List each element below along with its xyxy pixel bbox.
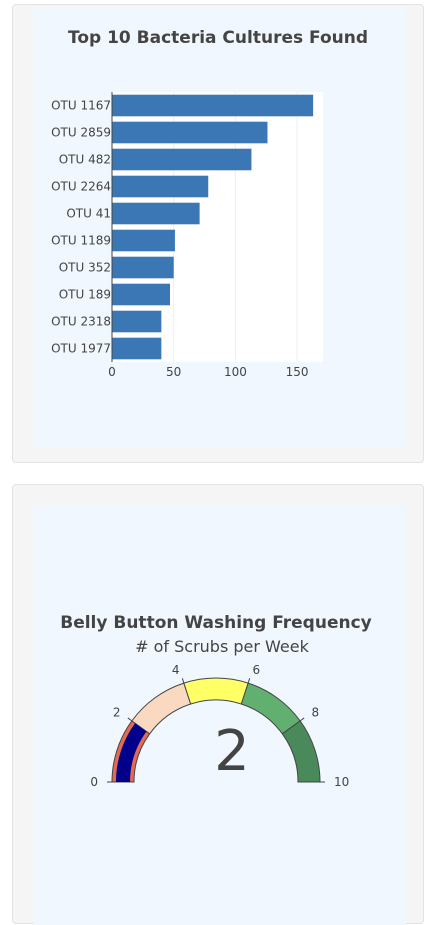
y-tick-label: OTU 2859 bbox=[51, 126, 111, 140]
y-tick-label: OTU 1167 bbox=[51, 99, 111, 113]
bar bbox=[112, 337, 162, 360]
y-tick-label: OTU 1977 bbox=[51, 342, 111, 356]
y-tick-label: OTU 482 bbox=[59, 153, 111, 167]
gauge-subtitle: # of Scrubs per Week bbox=[135, 637, 309, 656]
bar bbox=[112, 121, 268, 144]
y-tick-label: OTU 352 bbox=[59, 261, 111, 275]
y-tick-label: OTU 2318 bbox=[51, 315, 111, 329]
gauge-tick-label: 0 bbox=[90, 775, 98, 789]
bar bbox=[112, 175, 209, 198]
bar bbox=[112, 310, 162, 333]
bar bbox=[112, 256, 174, 279]
gauge-title: Belly Button Washing Frequency bbox=[60, 613, 372, 633]
gauge-tick-label: 8 bbox=[311, 706, 319, 720]
bar bbox=[112, 283, 170, 306]
bar bbox=[112, 94, 314, 117]
gauge-tick-label: 4 bbox=[172, 663, 180, 677]
y-tick-label: OTU 1189 bbox=[51, 234, 111, 248]
y-tick-label: OTU 189 bbox=[59, 288, 111, 302]
y-tick-label: OTU 2264 bbox=[51, 180, 111, 194]
gauge-tick bbox=[247, 678, 251, 684]
x-tick-label: 150 bbox=[286, 365, 309, 379]
charts-svg: Top 10 Bacteria Cultures Found0 50 100 150O… bbox=[51, 28, 372, 789]
gauge-value-number: 2 bbox=[214, 719, 250, 784]
bar bbox=[112, 202, 200, 225]
gauge-band bbox=[183, 677, 249, 705]
x-tick-label: 100 bbox=[224, 365, 247, 379]
gauge-tick-label: 10 bbox=[334, 775, 349, 789]
bar-chart-title: Top 10 Bacteria Cultures Found bbox=[68, 28, 368, 48]
y-tick-label: OTU 41 bbox=[66, 207, 111, 221]
gauge-band bbox=[240, 682, 301, 735]
gauge-tick bbox=[181, 678, 185, 684]
x-tick-label: 50 bbox=[166, 365, 181, 379]
gauge-tick bbox=[127, 717, 133, 722]
gauge-tick-label: 6 bbox=[252, 663, 260, 677]
gauge-band bbox=[131, 682, 192, 735]
x-tick-label: 0 bbox=[108, 365, 116, 379]
gauge-tick bbox=[299, 717, 305, 722]
gauge-tick-label: 2 bbox=[113, 706, 121, 720]
bar bbox=[112, 148, 252, 171]
gauge-band bbox=[281, 720, 321, 783]
bar bbox=[112, 229, 175, 252]
